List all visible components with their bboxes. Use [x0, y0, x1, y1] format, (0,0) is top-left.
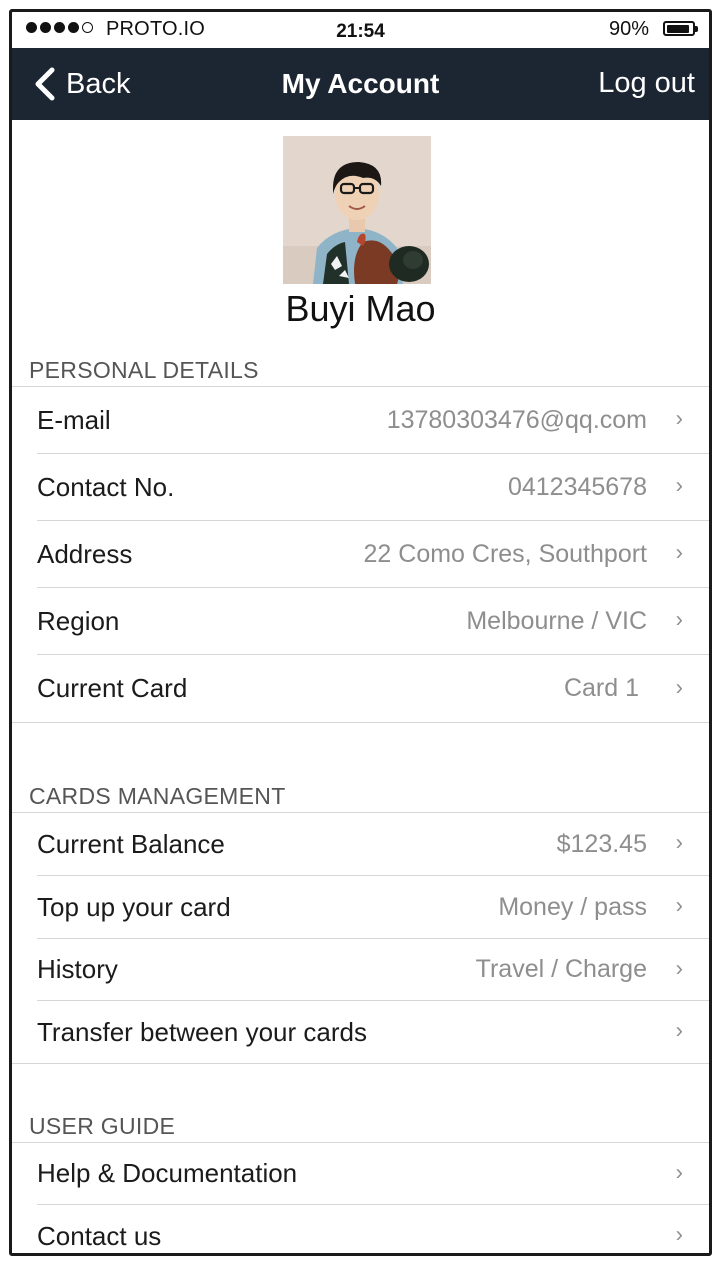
chevron-right-icon: ›: [675, 405, 683, 431]
row-value: 0412345678: [507, 472, 647, 501]
row-label: Contact us: [37, 1220, 162, 1251]
chevron-right-icon: ›: [675, 539, 683, 565]
battery-icon: [663, 21, 698, 36]
chevron-right-icon: ›: [675, 829, 683, 855]
chevron-right-icon: ›: [675, 1159, 683, 1185]
row-transfer-cards[interactable]: Transfer between your cards ›: [37, 1001, 709, 1063]
cards-management-group: Current Balance $123.45 › Top up your ca…: [12, 812, 709, 1064]
chevron-right-icon: ›: [675, 606, 683, 632]
row-region[interactable]: Region Melbourne / VIC ›: [37, 588, 709, 655]
navigation-bar: Back My Account Log out: [12, 48, 709, 120]
row-history[interactable]: History Travel / Charge ›: [37, 939, 709, 1001]
row-value: Travel / Charge: [475, 955, 647, 983]
row-label: Contact No.: [37, 471, 175, 502]
row-value: Melbourne / VIC: [466, 606, 647, 635]
row-label: Transfer between your cards: [37, 1016, 367, 1047]
row-value: 22 Como Cres, Southport: [363, 539, 647, 568]
profile-name: Buyi Mao: [285, 288, 436, 329]
row-contact-us[interactable]: Contact us ›: [37, 1205, 709, 1253]
row-contact-no[interactable]: Contact No. 0412345678 ›: [37, 454, 709, 521]
chevron-right-icon: ›: [675, 472, 683, 498]
row-label: History: [37, 954, 118, 984]
logout-button[interactable]: Log out: [598, 67, 695, 100]
row-value: $123.45: [556, 829, 647, 858]
row-label: Region: [37, 605, 120, 636]
row-value: 13780303476@qq.com: [386, 405, 647, 434]
avatar[interactable]: [283, 136, 431, 284]
chevron-right-icon: ›: [675, 955, 683, 981]
row-label: Current Balance: [37, 828, 225, 859]
chevron-right-icon: ›: [675, 1017, 683, 1043]
row-address[interactable]: Address 22 Como Cres, Southport ›: [37, 521, 709, 588]
row-current-balance[interactable]: Current Balance $123.45 ›: [37, 813, 709, 876]
status-bar: PROTO.IO 21:54 90%: [12, 12, 709, 48]
user-guide-group: Help & Documentation › Contact us ›: [12, 1142, 709, 1253]
row-label: Help & Documentation: [37, 1158, 298, 1188]
section-header-user-guide: USER GUIDE: [29, 1113, 176, 1139]
avatar-photo: [283, 136, 431, 284]
chevron-right-icon: ›: [675, 1221, 683, 1247]
row-email[interactable]: E-mail 13780303476@qq.com ›: [37, 387, 709, 454]
personal-details-group: E-mail 13780303476@qq.com › Contact No. …: [12, 386, 709, 723]
row-label: Top up your card: [37, 891, 231, 922]
section-header-cards-management: CARDS MANAGEMENT: [29, 783, 286, 809]
row-help-documentation[interactable]: Help & Documentation ›: [37, 1143, 709, 1205]
row-value: Card 1: [563, 674, 639, 702]
phone-frame: PROTO.IO 21:54 90% Back My Account Log o…: [9, 9, 712, 1256]
chevron-right-icon: ›: [675, 674, 683, 700]
row-label: Current Card: [37, 673, 188, 703]
status-time: 21:54: [336, 21, 385, 42]
section-header-personal-details: PERSONAL DETAILS: [29, 357, 259, 383]
row-value: Money / pass: [498, 892, 647, 921]
chevron-right-icon: ›: [675, 892, 683, 918]
battery-percent: 90%: [608, 18, 649, 40]
row-label: E-mail: [37, 404, 111, 435]
row-top-up[interactable]: Top up your card Money / pass ›: [37, 876, 709, 939]
row-label: Address: [37, 538, 133, 569]
row-current-card[interactable]: Current Card Card 1 ›: [37, 655, 709, 722]
